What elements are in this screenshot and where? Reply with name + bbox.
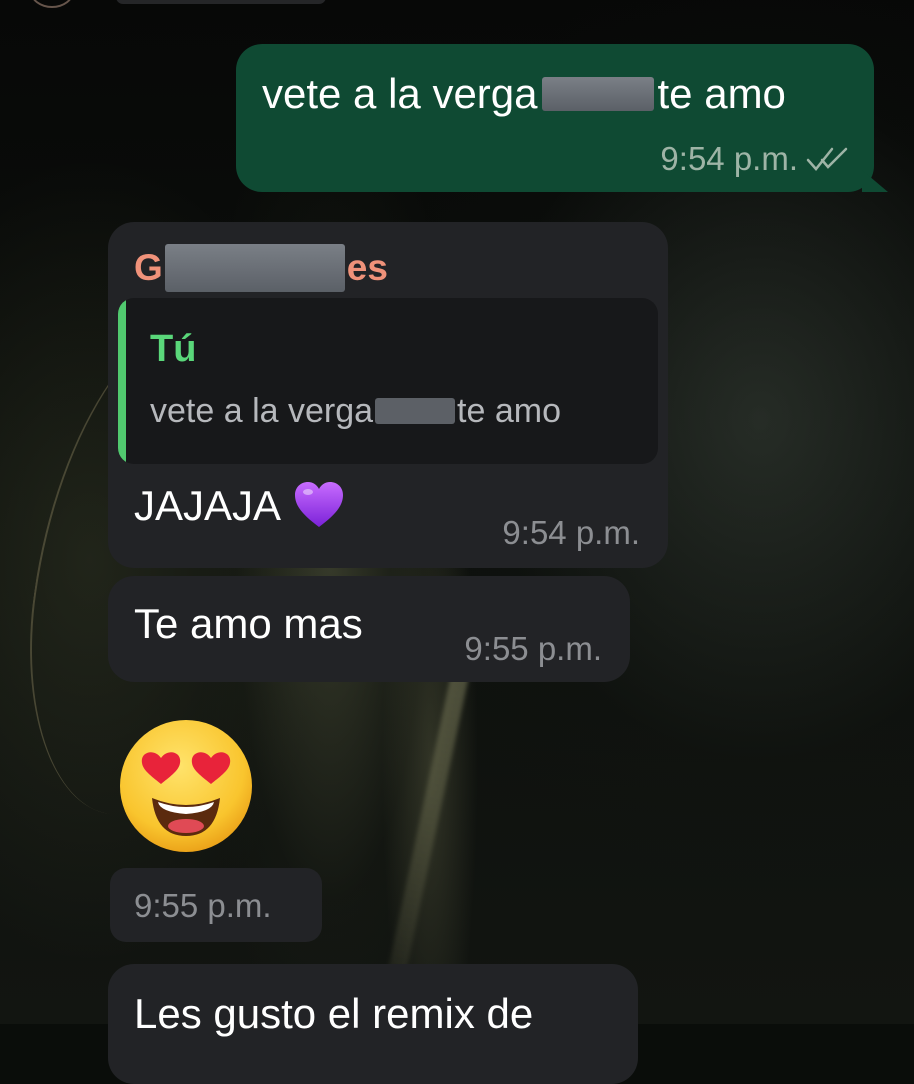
quoted-author: Tú <box>150 328 197 370</box>
quoted-text-part: vete a la verga <box>150 392 374 430</box>
message-text-part: te amo <box>657 70 786 117</box>
quoted-text-part: te amo <box>457 392 561 430</box>
sender-name[interactable]: Ges <box>134 244 388 292</box>
quoted-message[interactable]: Tú vete a la verga te amo <box>118 298 658 464</box>
previous-message-bubble[interactable] <box>116 0 326 4</box>
message-time: 9:55 p.m. <box>134 887 272 924</box>
incoming-message-bubble[interactable]: Les gusto el remix de <box>108 964 638 1084</box>
redacted-word <box>375 398 456 425</box>
quote-accent-bar <box>118 298 126 464</box>
message-meta: 9:54 p.m. <box>660 140 850 178</box>
incoming-message-bubble[interactable]: Te amo mas 9:55 p.m. <box>108 576 630 682</box>
wallpaper-stem <box>378 642 476 1018</box>
message-text: JAJAJA <box>134 481 345 533</box>
sender-name-part: G <box>134 247 163 288</box>
purple-heart-icon <box>295 481 344 527</box>
sender-name-part: es <box>346 247 388 288</box>
message-time: 9:54 p.m. <box>660 140 798 177</box>
message-text: Les gusto el remix de <box>134 990 534 1037</box>
message-text: vete a la verga te amo <box>262 70 786 118</box>
incoming-reply-bubble[interactable]: Ges Tú vete a la verga te amo JAJAJA 9:54… <box>108 222 668 568</box>
message-time: 9:54 p.m. <box>502 514 640 551</box>
message-text-content: JAJAJA <box>134 482 282 529</box>
emoji-time-badge: 9:55 p.m. <box>110 868 322 942</box>
outgoing-message-bubble[interactable]: vete a la verga te amo 9:54 p.m. <box>236 44 888 192</box>
message-text-part: vete a la verga <box>262 70 538 117</box>
redacted-name <box>164 244 345 292</box>
message-text: Te amo mas <box>134 600 363 647</box>
heart-eyes-emoji-icon[interactable] <box>118 718 254 854</box>
double-check-icon <box>806 147 848 171</box>
message-time: 9:55 p.m. <box>464 630 602 667</box>
quoted-text: vete a la verga te amo <box>150 392 561 431</box>
redacted-word <box>541 76 654 111</box>
